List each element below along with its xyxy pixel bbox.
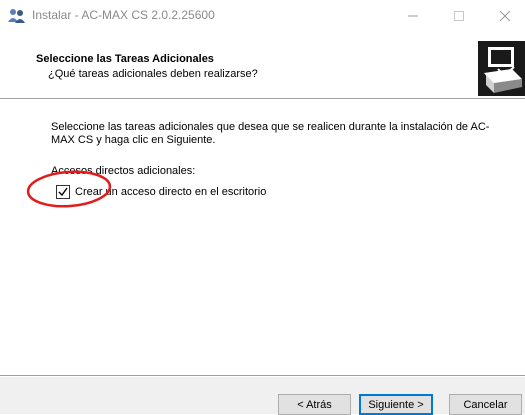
shortcuts-group-label: Accesos directos adicionales:: [51, 165, 196, 177]
page-subtitle: ¿Qué tareas adicionales deben realizarse…: [48, 68, 258, 80]
computer-box-icon: [478, 41, 525, 96]
close-button[interactable]: [482, 0, 525, 31]
back-button[interactable]: < Atrás: [278, 394, 351, 415]
desktop-shortcut-label: Crear un acceso directo en el escritorio: [75, 186, 267, 198]
close-icon: [499, 10, 511, 22]
title-bar: Instalar - AC-MAX CS 2.0.2.25600: [0, 0, 525, 31]
window-title: Instalar - AC-MAX CS 2.0.2.25600: [32, 8, 215, 22]
task-description: Seleccione las tareas adicionales que de…: [51, 121, 490, 146]
wizard-footer: < Atrás Siguiente > Cancelar: [0, 377, 525, 415]
wizard-header: Seleccione las Tareas Adicionales ¿Qué t…: [0, 31, 525, 98]
cancel-button[interactable]: Cancelar: [449, 394, 522, 415]
installer-users-icon: [8, 8, 26, 24]
checkmark-icon: [58, 187, 68, 197]
task-desktop-shortcut[interactable]: Crear un acceso directo en el escritorio: [56, 184, 266, 200]
desktop-shortcut-checkbox[interactable]: [56, 185, 70, 199]
maximize-button[interactable]: [436, 0, 482, 31]
header-divider: [0, 98, 525, 100]
next-button[interactable]: Siguiente >: [359, 394, 433, 415]
maximize-icon: [454, 11, 464, 21]
minimize-icon: [408, 15, 418, 17]
minimize-button[interactable]: [390, 0, 436, 31]
page-title: Seleccione las Tareas Adicionales: [36, 53, 214, 65]
